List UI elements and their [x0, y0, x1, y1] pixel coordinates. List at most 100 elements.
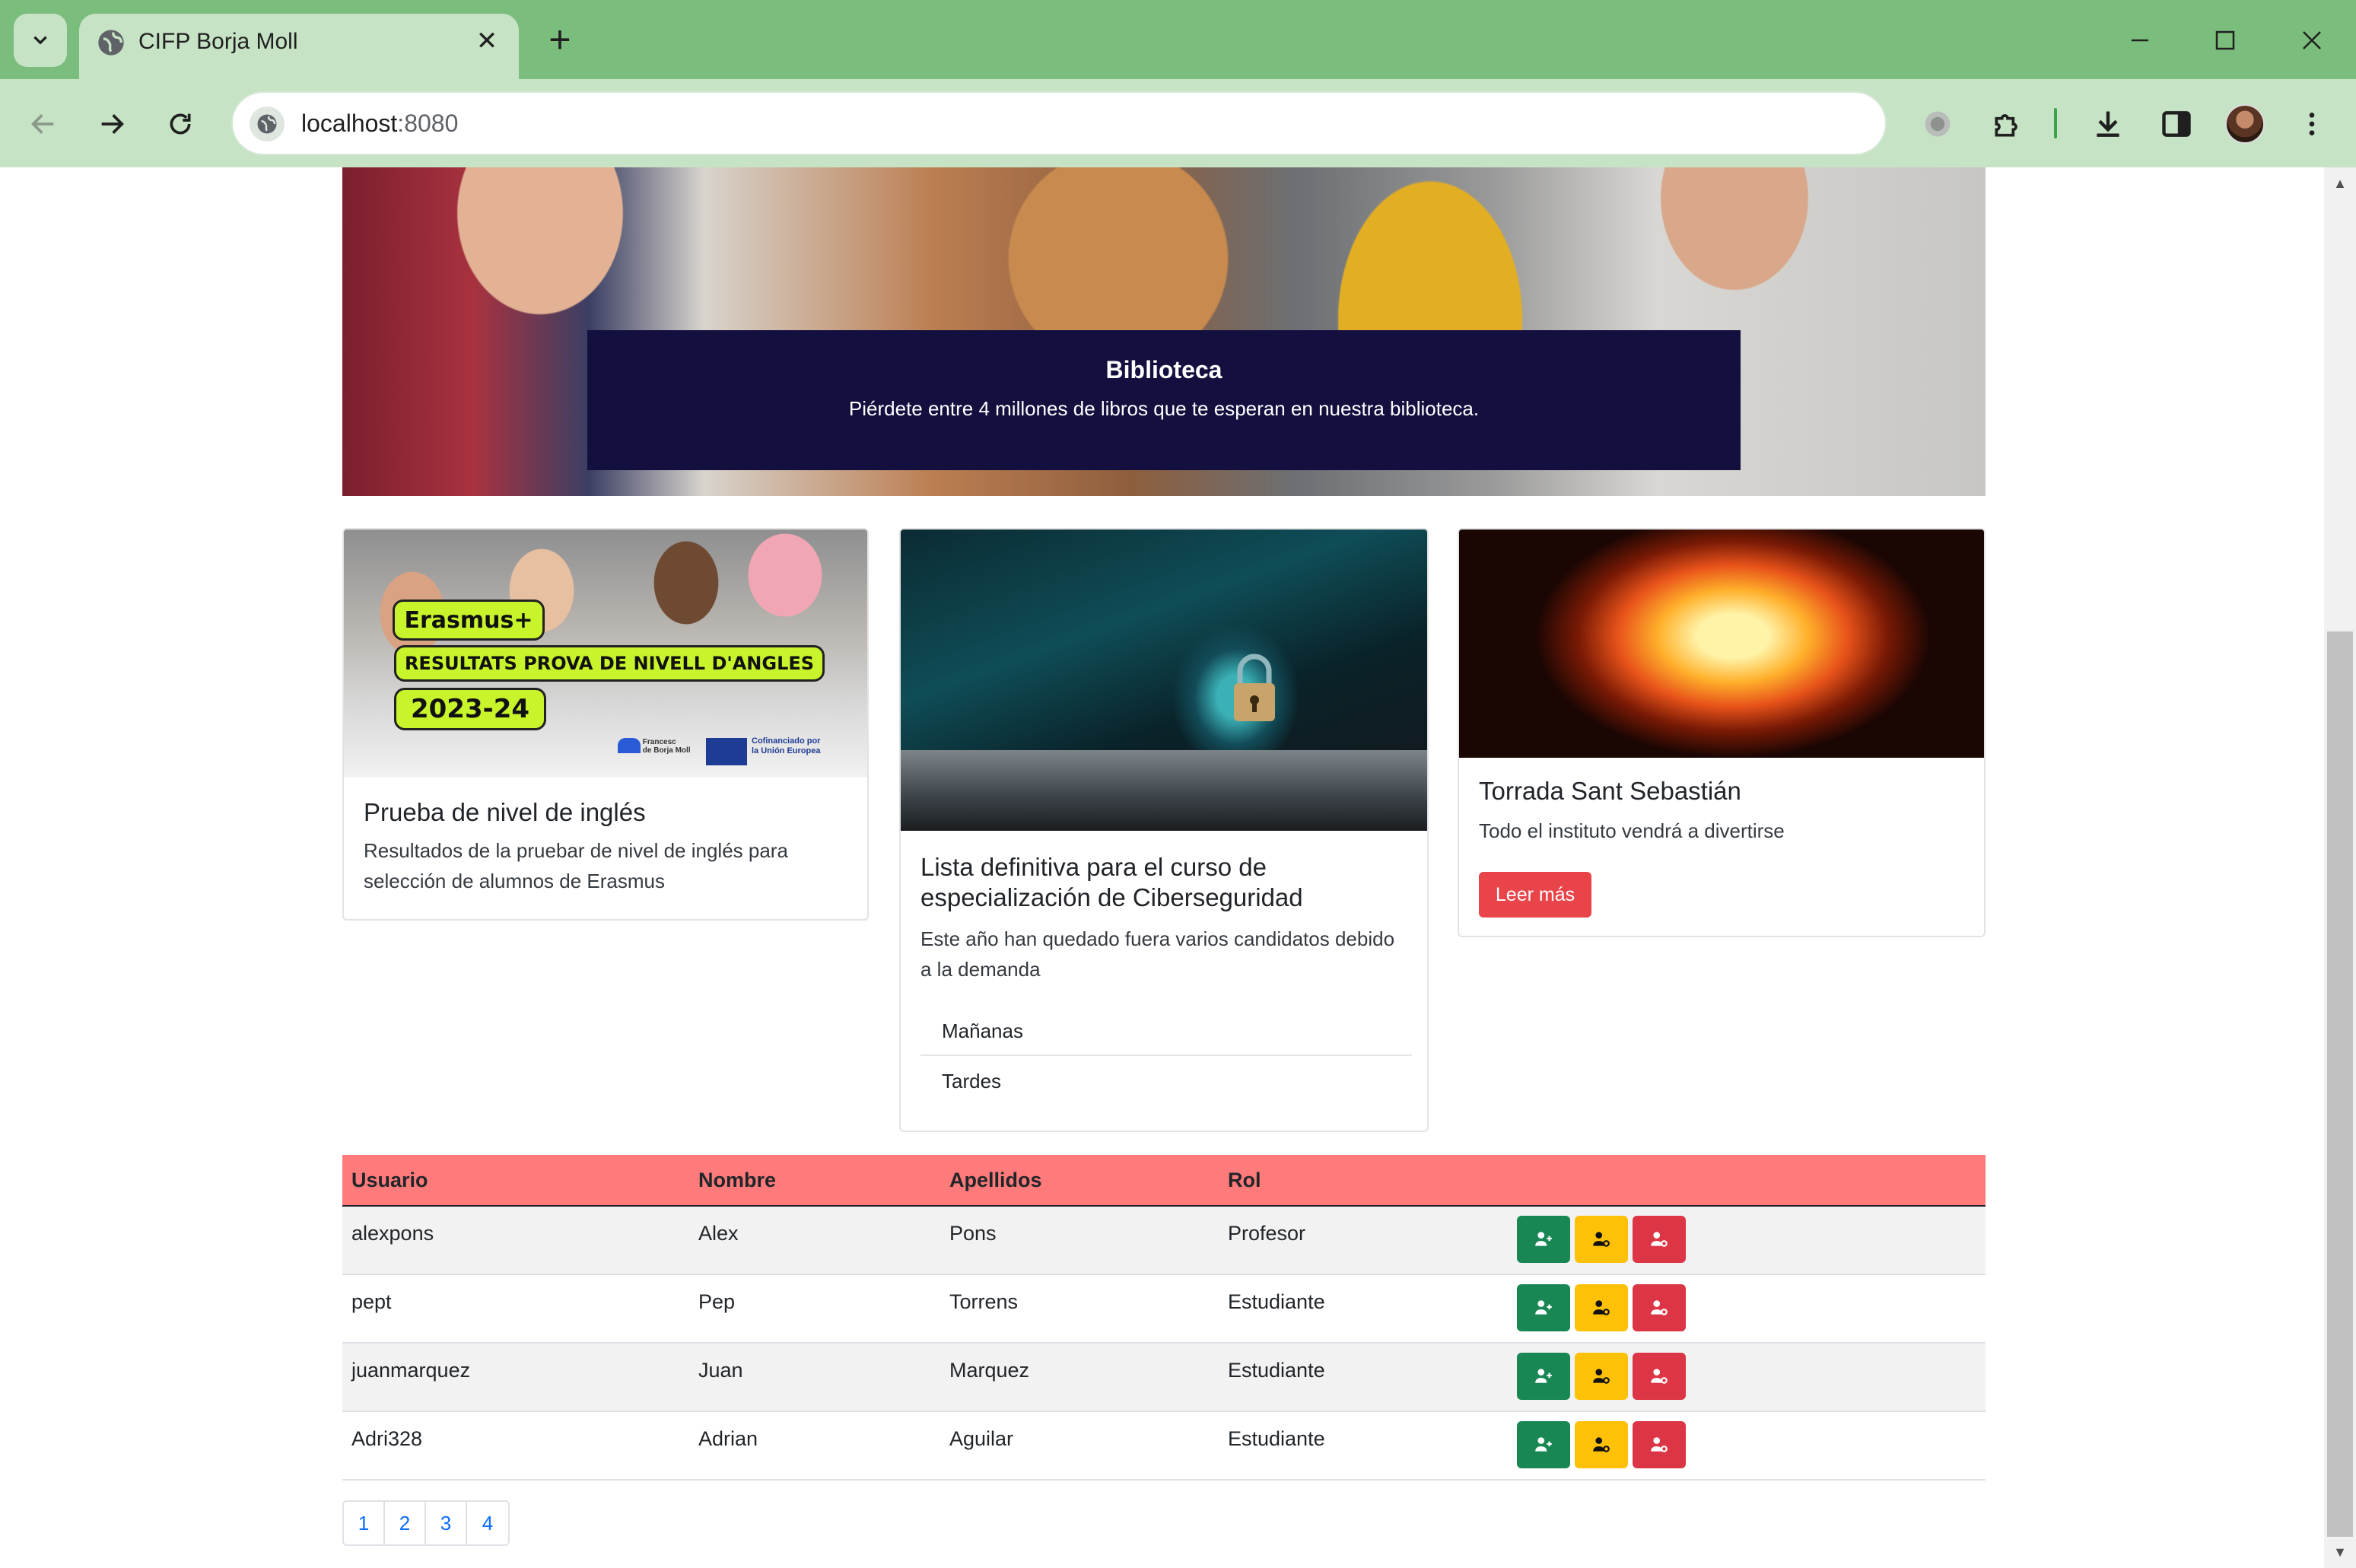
page-link-2[interactable]: 2 — [385, 1502, 426, 1544]
record-icon — [1925, 111, 1951, 137]
read-more-button[interactable]: Leer más — [1479, 872, 1591, 918]
more-vertical-icon — [2309, 113, 2315, 135]
profile-button[interactable] — [2218, 97, 2272, 151]
table-header: Usuario Nombre Apellidos Rol — [342, 1155, 1986, 1207]
cell-nombre: Pep — [698, 1290, 736, 1313]
add-user-button[interactable] — [1517, 1353, 1570, 1400]
column-header-nombre: Nombre — [698, 1169, 777, 1191]
add-user-icon — [1535, 1300, 1552, 1315]
cell-nombre: Alex — [698, 1222, 739, 1245]
delete-user-icon — [1651, 1369, 1668, 1384]
url-text: localhost:8080 — [301, 110, 458, 138]
maximize-icon — [2215, 30, 2235, 50]
page-container: Biblioteca Piérdete entre 4 millones de … — [342, 167, 1986, 1568]
card-title: Prueba de nivel de inglés — [364, 798, 646, 826]
delete-user-button[interactable] — [1633, 1421, 1686, 1468]
vertical-scrollbar[interactable]: ▲ ▼ — [2324, 167, 2356, 1568]
puzzle-icon — [1995, 114, 2017, 137]
edit-user-button[interactable] — [1575, 1216, 1628, 1263]
page-link-4[interactable]: 4 — [467, 1502, 508, 1544]
card-text-line1: Este año han quedado fuera varios candid… — [920, 927, 1395, 950]
padlock-icon — [1234, 654, 1275, 721]
cybersecurity-card-image — [901, 530, 1427, 831]
cell-apellidos: Torrens — [949, 1290, 1019, 1313]
browser-tab-active[interactable]: CIFP Borja Moll ✕ — [79, 14, 519, 79]
reload-button[interactable] — [154, 97, 207, 151]
list-item-mananas: Mañanas — [920, 1006, 1412, 1056]
add-user-button[interactable] — [1517, 1216, 1570, 1263]
school-logo-line2: de Borja Moll — [642, 746, 691, 755]
close-tab-icon[interactable]: ✕ — [472, 26, 502, 56]
scroll-up-arrow-icon[interactable]: ▲ — [2324, 172, 2356, 195]
page-link-3[interactable]: 3 — [426, 1502, 467, 1544]
tab-search-button[interactable] — [14, 14, 67, 67]
table-row: juanmarquez Juan Marquez Estudiante — [342, 1344, 1986, 1412]
school-logo-line1: Francesc — [642, 738, 676, 746]
edit-user-button[interactable] — [1575, 1353, 1628, 1400]
extensions-button[interactable] — [1981, 97, 2034, 151]
pagination: 1 2 3 4 — [342, 1500, 510, 1546]
site-info-button[interactable] — [250, 107, 285, 142]
add-user-button[interactable] — [1517, 1284, 1570, 1331]
erasmus-year-label: 2023-24 — [394, 688, 546, 730]
cell-apellidos: Marquez — [949, 1359, 1030, 1382]
eu-flag-icon — [706, 738, 747, 765]
cell-nombre: Juan — [698, 1359, 743, 1382]
edit-user-button[interactable] — [1575, 1284, 1628, 1331]
carousel-slide[interactable]: Biblioteca Piérdete entre 4 millones de … — [342, 167, 1986, 496]
scroll-down-arrow-icon[interactable]: ▼ — [2324, 1541, 2356, 1563]
school-logo-icon — [618, 738, 641, 753]
downloads-button[interactable] — [2081, 97, 2135, 151]
add-user-icon — [1535, 1437, 1552, 1452]
delete-user-button[interactable] — [1633, 1216, 1686, 1263]
card-text-line1: Resultados de la pruebar de nivel de ing… — [364, 839, 788, 862]
url-port: :8080 — [397, 110, 459, 137]
close-window-button[interactable] — [2285, 14, 2339, 67]
edit-user-button[interactable] — [1575, 1421, 1628, 1468]
minimize-button[interactable] — [2113, 14, 2167, 67]
maximize-button[interactable] — [2199, 14, 2252, 67]
edit-user-icon — [1593, 1232, 1610, 1247]
page-link-1[interactable]: 1 — [344, 1502, 385, 1544]
carousel-caption-text: Piérdete entre 4 millones de libros que … — [848, 397, 1480, 420]
delete-user-button[interactable] — [1633, 1284, 1686, 1331]
side-panel-icon — [2162, 111, 2191, 137]
globe-icon — [257, 114, 277, 134]
erasmus-headline-label: RESULTATS PROVA DE NIVELL D'ANGLES — [394, 645, 825, 682]
news-card-torrada: Torrada Sant Sebastián Todo el instituto… — [1458, 528, 1986, 937]
cell-rol: Estudiante — [1228, 1427, 1325, 1450]
extension-record-button[interactable] — [1911, 97, 1964, 151]
cell-usuario: juanmarquez — [351, 1359, 471, 1382]
browser-menu-button[interactable] — [2285, 97, 2339, 151]
card-title-line2: especialización de Ciberseguridad — [920, 883, 1303, 911]
table-row: alexpons Alex Pons Profesor — [342, 1207, 1986, 1275]
side-panel-button[interactable] — [2150, 97, 2203, 151]
news-card-english-test: Erasmus+ RESULTATS PROVA DE NIVELL D'ANG… — [342, 528, 869, 921]
laptop-keyboard-graphic — [901, 750, 1427, 831]
arrow-right-icon — [101, 114, 124, 134]
scrollbar-thumb[interactable] — [2327, 631, 2353, 1537]
cell-apellidos: Pons — [949, 1222, 997, 1245]
cell-rol: Estudiante — [1228, 1359, 1325, 1382]
forward-button[interactable] — [85, 97, 138, 151]
table-row: pept Pep Torrens Estudiante — [342, 1275, 1986, 1344]
new-tab-button[interactable]: + — [537, 17, 583, 62]
address-bar[interactable]: localhost:8080 — [231, 91, 1887, 155]
page-viewport: Biblioteca Piérdete entre 4 millones de … — [0, 167, 2356, 1568]
url-host: localhost — [301, 110, 398, 137]
erasmus-card-image: Erasmus+ RESULTATS PROVA DE NIVELL D'ANG… — [344, 530, 867, 778]
cell-nombre: Adrian — [698, 1427, 758, 1450]
table-row: Adri328 Adrian Aguilar Estudiante — [342, 1412, 1986, 1481]
column-header-rol: Rol — [1228, 1169, 1261, 1191]
avatar — [2225, 104, 2265, 144]
add-user-button[interactable] — [1517, 1421, 1570, 1468]
minimize-icon — [2132, 39, 2148, 42]
cell-rol: Estudiante — [1228, 1290, 1325, 1313]
browser-tab-bar: CIFP Borja Moll ✕ + — [0, 0, 2356, 79]
toolbar-divider — [2054, 108, 2057, 138]
delete-user-button[interactable] — [1633, 1353, 1686, 1400]
back-button[interactable] — [17, 97, 70, 151]
cell-usuario: pept — [351, 1290, 392, 1313]
tab-title: CIFP Borja Moll — [138, 29, 298, 54]
globe-icon — [98, 30, 124, 56]
